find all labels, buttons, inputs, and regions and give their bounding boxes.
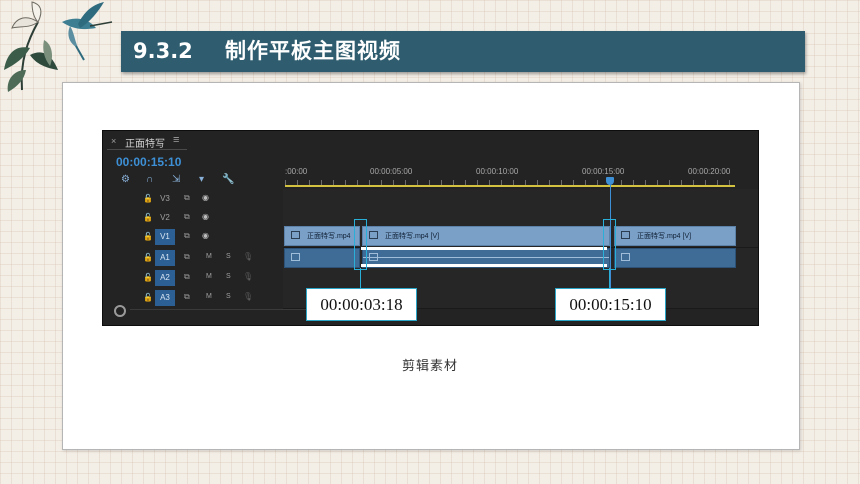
fx-badge-icon (369, 253, 378, 261)
track-name-a2[interactable]: A2 (155, 270, 175, 286)
track-header-v3: 🔓 V3 ⧉ ◉ (103, 189, 283, 209)
callout-connector-right (609, 268, 610, 288)
track-name-v3[interactable]: V3 (155, 191, 175, 207)
lily-bird-decoration-icon (4, 1, 113, 92)
sync-lock-icon[interactable]: ⧉ (184, 272, 190, 282)
sync-lock-icon[interactable]: ⧉ (184, 231, 190, 241)
cut-point-highlight-right (603, 219, 616, 270)
solo-button[interactable]: S (226, 293, 231, 300)
track-header-v1: 🔓 V1 ⧉ ◉ (103, 227, 283, 247)
fx-badge-icon (291, 253, 300, 261)
ruler-label-15: 00:00:15:00 (582, 167, 625, 176)
sync-lock-icon[interactable]: ⧉ (184, 292, 190, 302)
fx-badge-icon (291, 231, 300, 239)
lock-icon[interactable]: 🔓 (143, 293, 153, 302)
clip-label: 正面特写.mp4 [V] (637, 233, 692, 240)
playhead-handle[interactable] (606, 177, 614, 185)
audio-clip-1[interactable] (284, 248, 360, 268)
lock-icon[interactable]: 🔓 (143, 232, 153, 241)
audio-clip-3[interactable] (614, 248, 736, 268)
callout-connector-left (360, 268, 361, 288)
track-header-v2: 🔓 V2 ⧉ ◉ (103, 208, 283, 228)
section-number: 9.3.2 (133, 39, 193, 63)
sequence-tab-name[interactable]: 正面特写 (125, 135, 165, 150)
lock-icon[interactable]: 🔓 (143, 253, 153, 262)
mute-button[interactable]: M (206, 293, 212, 300)
ruler-label-5: 00:00:05:00 (370, 167, 413, 176)
solo-button[interactable]: S (226, 273, 231, 280)
sync-lock-icon[interactable]: ⧉ (184, 212, 190, 222)
eye-icon[interactable]: ◉ (202, 231, 209, 240)
track-name-v1[interactable]: V1 (155, 229, 175, 245)
voiceover-mic-icon[interactable]: 🎙 (243, 252, 253, 261)
lock-icon[interactable]: 🔓 (143, 194, 153, 203)
sync-lock-icon[interactable]: ⧉ (184, 252, 190, 262)
track-name-v2[interactable]: V2 (155, 210, 175, 226)
zoom-scroll-track[interactable] (130, 309, 330, 310)
figure-caption: 剪辑素材 (401, 359, 458, 374)
track-name-a1[interactable]: A1 (155, 250, 175, 266)
playhead-timecode[interactable]: 00:00:15:10 (116, 155, 181, 169)
clip-label: 正面特写.mp4 (307, 233, 351, 240)
tab-underline (107, 149, 187, 150)
work-area-bar[interactable] (285, 185, 735, 187)
ruler-label-20: 00:00:20:00 (688, 167, 731, 176)
selection-edge-bottom (361, 264, 607, 267)
marker-icon[interactable]: ▾ (199, 174, 204, 185)
video-clip-2[interactable]: 正面特写.mp4 [V] (362, 226, 610, 246)
audio-waveform (363, 257, 609, 258)
fx-badge-icon (621, 253, 630, 261)
solo-button[interactable]: S (226, 253, 231, 260)
voiceover-mic-icon[interactable]: 🎙 (243, 272, 253, 281)
voiceover-mic-icon[interactable]: 🎙 (243, 292, 253, 301)
wrench-icon[interactable]: 🔧 (222, 174, 234, 185)
fx-badge-icon (369, 231, 378, 239)
zoom-scroll-handle[interactable] (114, 305, 126, 317)
section-title: 制作平板主图视频 (225, 39, 401, 63)
eye-icon[interactable]: ◉ (202, 212, 209, 221)
snap-icon[interactable]: ⚙ (121, 174, 130, 185)
mute-button[interactable]: M (206, 273, 212, 280)
audio-clip-2-selected[interactable] (361, 247, 610, 268)
ruler-label-0: :00:00 (285, 167, 308, 176)
section-title-bar: 9.3.2 制作平板主图视频 (121, 31, 805, 72)
cut-point-highlight-left (354, 219, 367, 270)
mute-button[interactable]: M (206, 253, 212, 260)
lane-a2 (283, 268, 758, 289)
track-header-a2: 🔓 A2 ⧉ M S 🎙 (103, 268, 283, 288)
ruler-label-10: 00:00:10:00 (476, 167, 519, 176)
video-clip-3[interactable]: 正面特写.mp4 [V] (614, 226, 736, 246)
add-marker-icon[interactable]: ⇲ (172, 174, 180, 185)
video-clip-1[interactable]: 正面特写.mp4 (284, 226, 360, 246)
lane-v3 (283, 189, 758, 210)
eye-icon[interactable]: ◉ (202, 193, 209, 202)
selection-edge-top (361, 247, 607, 250)
callout-out-point: 00:00:15:10 (555, 288, 666, 321)
track-header-a1: 🔓 A1 ⧉ M S 🎙 (103, 248, 283, 268)
track-name-a3[interactable]: A3 (155, 290, 175, 306)
lock-icon[interactable]: 🔓 (143, 213, 153, 222)
track-header-a3: 🔓 A3 ⧉ M S 🎙 (103, 288, 283, 308)
lock-icon[interactable]: 🔓 (143, 273, 153, 282)
clip-label: 正面特写.mp4 [V] (385, 233, 440, 240)
close-tab-icon[interactable]: × (111, 136, 116, 146)
callout-in-point: 00:00:03:18 (306, 288, 417, 321)
sync-lock-icon[interactable]: ⧉ (184, 193, 190, 203)
fx-badge-icon (621, 231, 630, 239)
panel-menu-icon[interactable]: ≡ (173, 134, 179, 146)
linked-selection-icon[interactable]: ∩ (146, 174, 153, 185)
